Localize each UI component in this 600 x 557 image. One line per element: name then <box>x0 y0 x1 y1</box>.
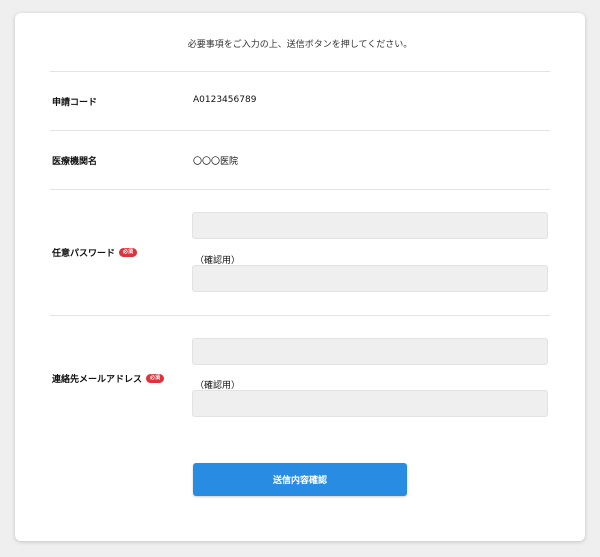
institution-name-label-text: 医療機関名 <box>52 157 98 167</box>
password-confirm-input[interactable] <box>192 265 548 292</box>
institution-name-label: 医療機関名 <box>52 154 97 167</box>
application-code-label: 申請コード <box>52 95 97 108</box>
password-label: 任意パスワード 必須 <box>52 246 138 259</box>
required-badge: 必須 <box>146 374 165 383</box>
application-code-label-text: 申請コード <box>52 98 98 108</box>
application-code-value: A0123456789 <box>193 95 257 105</box>
form-card: 必要事項をご入力の上、送信ボタンを押してください。 申請コード A0123456… <box>15 13 585 541</box>
divider <box>50 189 550 190</box>
divider <box>50 315 550 316</box>
email-label: 連絡先メールアドレス 必須 <box>52 372 165 385</box>
email-label-text: 連絡先メールアドレス <box>52 375 143 385</box>
divider <box>50 130 550 131</box>
password-label-text: 任意パスワード <box>52 249 116 259</box>
form-instructions: 必要事項をご入力の上、送信ボタンを押してください。 <box>187 40 413 50</box>
email-confirm-input[interactable] <box>192 390 548 417</box>
email-input[interactable] <box>192 338 548 365</box>
divider <box>50 71 550 72</box>
required-badge: 必須 <box>119 248 138 257</box>
submit-confirm-button[interactable]: 送信内容確認 <box>193 463 407 496</box>
password-input[interactable] <box>192 212 548 239</box>
institution-name-value: 〇〇〇医院 <box>193 157 239 167</box>
